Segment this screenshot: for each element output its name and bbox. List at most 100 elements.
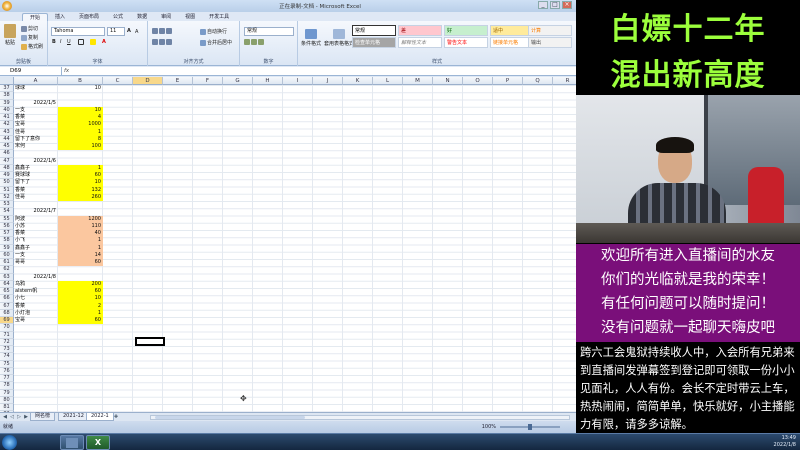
date-header-cell[interactable]: 2022/1/6 xyxy=(14,158,58,165)
name-cell[interactable]: 乌鸦 xyxy=(14,281,58,288)
last-sheet-icon[interactable]: ▶ xyxy=(23,414,29,420)
name-cell[interactable] xyxy=(14,266,58,273)
border-button[interactable] xyxy=(78,39,84,45)
amount-cell[interactable]: 132 xyxy=(58,186,103,194)
name-cell[interactable] xyxy=(14,201,58,208)
column-header[interactable]: O xyxy=(463,77,493,85)
name-cell[interactable]: 小飞 xyxy=(14,237,58,244)
column-header[interactable]: R xyxy=(553,77,576,85)
amount-cell[interactable]: 8 xyxy=(58,135,103,143)
column-header[interactable]: P xyxy=(493,77,523,85)
row-header[interactable]: 56 xyxy=(0,222,14,230)
name-cell[interactable] xyxy=(14,353,58,360)
row-header[interactable]: 79 xyxy=(0,389,14,397)
amount-cell[interactable] xyxy=(58,208,103,215)
fx-label[interactable]: fx xyxy=(64,67,78,76)
ribbon-tab[interactable]: 开发工具 xyxy=(202,13,236,21)
zoom-slider[interactable] xyxy=(500,424,560,430)
name-box[interactable]: D69 xyxy=(2,67,62,76)
cut-button[interactable]: 剪切 xyxy=(21,25,38,32)
wrap-text-button[interactable]: 自动换行 xyxy=(200,28,227,35)
insert-sheet-icon[interactable]: ✚ xyxy=(113,414,119,420)
align-left-icon[interactable] xyxy=(152,39,172,45)
excel-taskbar-icon[interactable]: X xyxy=(86,435,110,450)
row-header[interactable]: 53 xyxy=(0,201,14,209)
column-header[interactable]: K xyxy=(343,77,373,85)
row-header[interactable]: 57 xyxy=(0,230,14,238)
name-cell[interactable] xyxy=(14,150,58,157)
row-header[interactable]: 41 xyxy=(0,114,14,122)
row-header[interactable]: 78 xyxy=(0,382,14,390)
name-cell[interactable]: 球球 xyxy=(14,85,58,92)
amount-cell[interactable] xyxy=(58,324,103,331)
amount-cell[interactable]: 40 xyxy=(58,230,103,238)
amount-cell[interactable] xyxy=(58,404,103,411)
row-header[interactable]: 80 xyxy=(0,396,14,404)
amount-cell[interactable]: 1 xyxy=(58,237,103,245)
amount-cell[interactable] xyxy=(58,332,103,339)
amount-cell[interactable] xyxy=(58,158,103,165)
amount-cell[interactable]: 2 xyxy=(58,302,103,310)
row-header[interactable]: 72 xyxy=(0,338,14,346)
amount-cell[interactable]: 4 xyxy=(58,114,103,122)
column-header[interactable]: Q xyxy=(523,77,553,85)
style-good[interactable]: 好 xyxy=(444,25,488,36)
row-header[interactable]: 70 xyxy=(0,324,14,332)
row-header[interactable]: 43 xyxy=(0,128,14,136)
row-header[interactable]: 58 xyxy=(0,237,14,245)
row-header[interactable]: 50 xyxy=(0,179,14,187)
name-cell[interactable]: 宋何 xyxy=(14,143,58,150)
row-header[interactable]: 37 xyxy=(0,85,14,93)
column-header[interactable]: E xyxy=(163,77,193,85)
row-header[interactable]: 62 xyxy=(0,266,14,274)
name-cell[interactable] xyxy=(14,368,58,375)
column-header[interactable]: J xyxy=(313,77,343,85)
ribbon-tab[interactable]: 插入 xyxy=(48,13,72,21)
name-cell[interactable]: 小苏 xyxy=(14,223,58,230)
amount-cell[interactable] xyxy=(58,274,103,281)
row-header[interactable]: 39 xyxy=(0,99,14,107)
table-format-button[interactable]: 套用表格格式 xyxy=(324,29,354,47)
amount-cell[interactable]: 1 xyxy=(58,309,103,317)
selected-cell[interactable] xyxy=(135,337,165,346)
row-header[interactable]: 38 xyxy=(0,92,14,100)
amount-cell[interactable] xyxy=(58,100,103,107)
column-header[interactable]: F xyxy=(193,77,223,85)
name-cell[interactable] xyxy=(14,361,58,368)
amount-cell[interactable] xyxy=(58,346,103,353)
align-top-icon[interactable] xyxy=(152,28,172,34)
row-header[interactable]: 42 xyxy=(0,121,14,129)
row-header[interactable]: 45 xyxy=(0,143,14,151)
zoom-knob[interactable] xyxy=(528,424,532,430)
amount-cell[interactable] xyxy=(58,92,103,99)
amount-cell[interactable]: 1 xyxy=(58,128,103,136)
style-normal[interactable]: 常规 xyxy=(352,25,396,36)
row-header[interactable]: 49 xyxy=(0,172,14,180)
row-header[interactable]: 63 xyxy=(0,273,14,281)
column-header[interactable]: D xyxy=(133,77,163,85)
font-color-button[interactable]: A xyxy=(102,39,106,45)
row-header[interactable]: 81 xyxy=(0,404,14,412)
date-header-cell[interactable]: 2022/1/7 xyxy=(14,208,58,215)
taskbar-app-icon[interactable] xyxy=(60,435,84,450)
name-cell[interactable]: 宝哥 xyxy=(14,121,58,128)
name-cell[interactable]: 哥哥 xyxy=(14,259,58,266)
amount-cell[interactable]: 60 xyxy=(58,288,103,296)
number-format-select[interactable]: 常规 xyxy=(244,27,294,36)
date-header-cell[interactable]: 2022/1/5 xyxy=(14,100,58,107)
row-header[interactable]: 73 xyxy=(0,346,14,354)
amount-cell[interactable] xyxy=(58,361,103,368)
name-cell[interactable] xyxy=(14,404,58,411)
amount-cell[interactable] xyxy=(58,382,103,389)
style-bad[interactable]: 差 xyxy=(398,25,442,36)
ribbon-tab[interactable]: 数据 xyxy=(130,13,154,21)
first-sheet-icon[interactable]: ◀ xyxy=(2,414,8,420)
amount-cell[interactable] xyxy=(58,353,103,360)
amount-cell[interactable]: 10 xyxy=(58,179,103,187)
name-cell[interactable]: 宝哥 xyxy=(14,317,58,324)
amount-cell[interactable] xyxy=(58,150,103,157)
format-painter-button[interactable]: 格式刷 xyxy=(21,43,43,50)
row-header[interactable]: 55 xyxy=(0,215,14,223)
row-header[interactable]: 77 xyxy=(0,375,14,383)
amount-cell[interactable] xyxy=(58,397,103,404)
